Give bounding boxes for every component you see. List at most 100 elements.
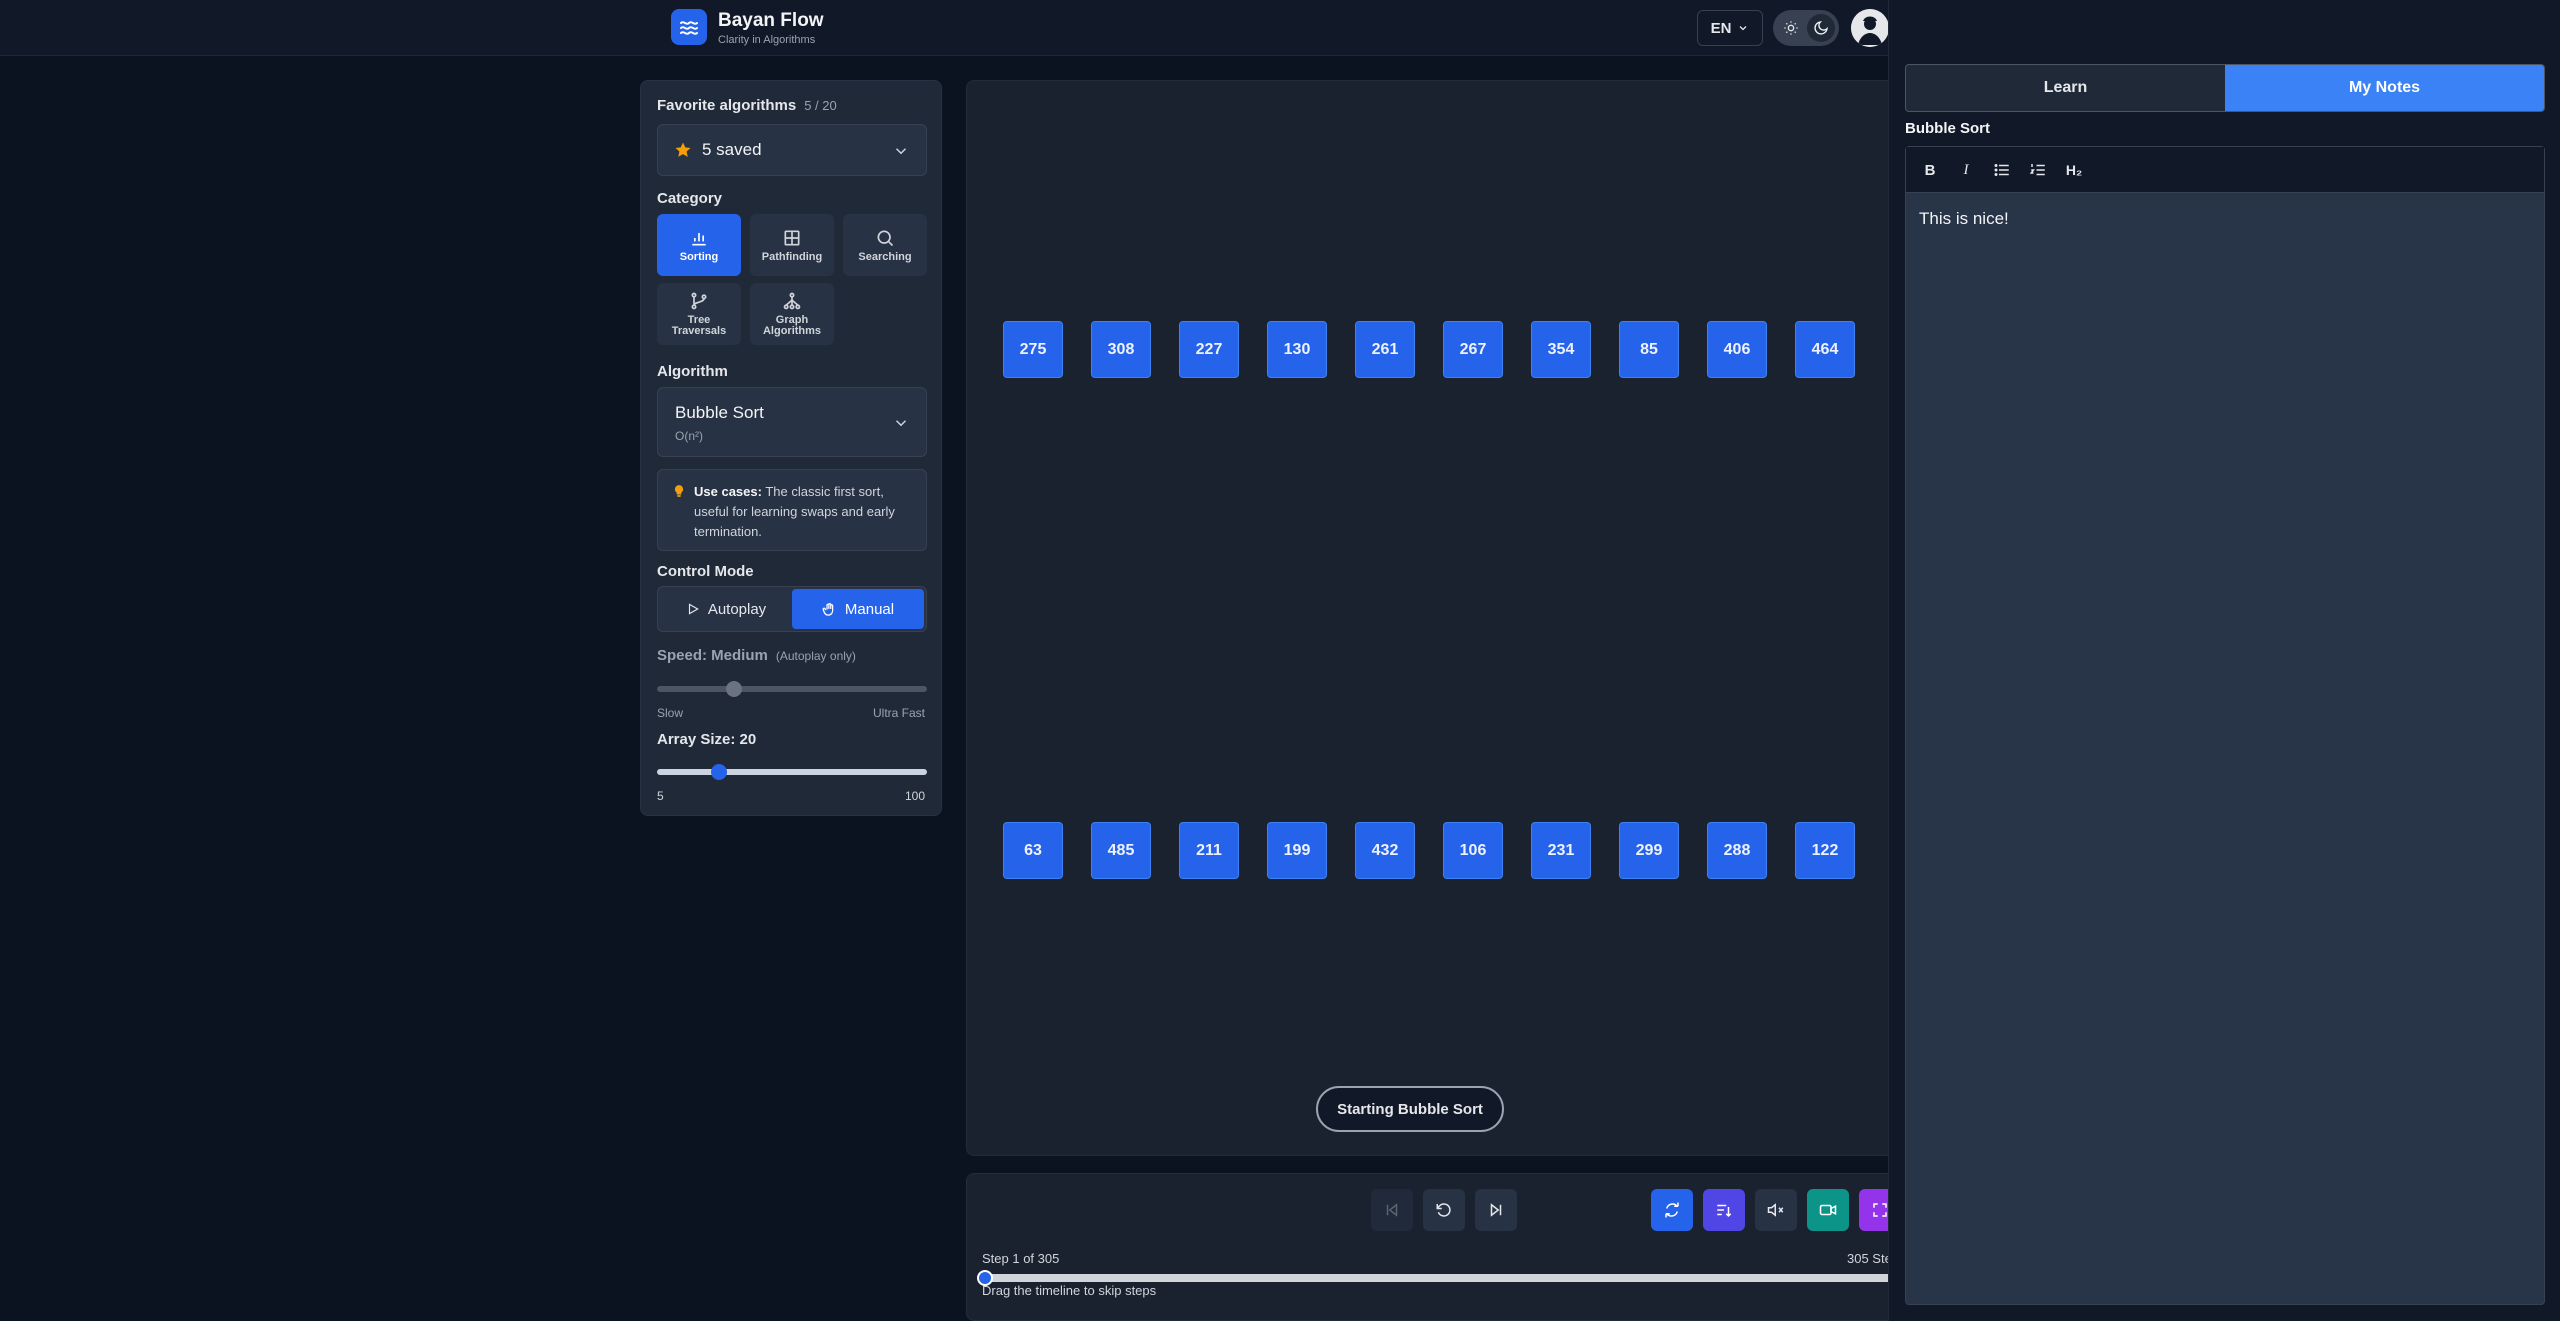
skip-forward-icon xyxy=(1490,1203,1502,1217)
array-cell: 275 xyxy=(1003,321,1063,378)
category-label-graph-algorithms: Graph Algorithms xyxy=(762,314,822,337)
favorites-label-text: Favorite algorithms xyxy=(657,97,797,114)
category-tree-traversals[interactable]: Tree Traversals xyxy=(657,283,741,345)
array-cell: 231 xyxy=(1531,822,1591,879)
search-icon xyxy=(877,230,894,246)
array-size-min: 5 xyxy=(657,789,664,803)
timeline-hint: Drag the timeline to skip steps xyxy=(982,1283,1157,1298)
array-cell: 406 xyxy=(1707,321,1767,378)
algorithm-name: Bubble Sort xyxy=(675,403,764,422)
ordered-list-button[interactable] xyxy=(2026,159,2050,181)
refresh-icon xyxy=(1665,1202,1679,1218)
category-graph-algorithms[interactable]: Graph Algorithms xyxy=(750,283,834,345)
video-camera-icon xyxy=(1819,1204,1837,1216)
star-icon xyxy=(675,142,691,157)
bullet-list-icon xyxy=(1994,164,2009,176)
algorithm-complexity: O(n²) xyxy=(675,429,703,443)
reset-button[interactable] xyxy=(1423,1189,1465,1231)
array-cell: 267 xyxy=(1443,321,1503,378)
note-title: Bubble Sort xyxy=(1905,120,1990,137)
hand-icon xyxy=(822,602,834,616)
autoplay-label: Autoplay xyxy=(707,600,767,618)
mute-button[interactable] xyxy=(1755,1189,1797,1231)
list-sort-icon xyxy=(1717,1204,1732,1218)
speed-slider[interactable] xyxy=(657,681,927,697)
avatar[interactable] xyxy=(1851,9,1889,47)
record-video-button[interactable] xyxy=(1807,1189,1849,1231)
settings-panel: Favorite algorithms 5 / 20 5 saved Catego… xyxy=(640,80,942,816)
step-counter: Step 1 of 305 xyxy=(982,1251,1060,1266)
app-name: Bayan Flow xyxy=(718,10,824,31)
algorithm-dropdown[interactable]: Bubble Sort O(n²) xyxy=(657,387,927,457)
array-size-max: 100 xyxy=(904,789,925,803)
favorites-dropdown[interactable]: 5 saved xyxy=(657,124,927,176)
category-label-sorting: Sorting xyxy=(679,250,719,263)
volume-mute-icon xyxy=(1767,1203,1784,1217)
theme-toggle[interactable] xyxy=(1773,10,1839,46)
language-label: EN xyxy=(1710,19,1732,37)
lightbulb-icon xyxy=(674,485,684,497)
autoplay-button[interactable]: Autoplay xyxy=(660,589,792,629)
notes-tabs: Learn My Notes xyxy=(1905,64,2545,112)
category-label: Category xyxy=(657,190,723,207)
array-cell: 211 xyxy=(1179,822,1239,879)
speed-label: Speed: Medium (Autoplay only) xyxy=(657,647,856,664)
tab-learn[interactable]: Learn xyxy=(1906,65,2225,111)
array-cell: 354 xyxy=(1531,321,1591,378)
array-size-slider-handle[interactable] xyxy=(711,764,728,780)
array-cell: 199 xyxy=(1267,822,1327,879)
heading-button[interactable]: H₂ xyxy=(2062,159,2086,181)
bold-button[interactable]: B xyxy=(1918,159,1942,181)
array-cell: 85 xyxy=(1619,321,1679,378)
array-cell: 299 xyxy=(1619,822,1679,879)
category-label-searching: Searching xyxy=(858,250,912,263)
step-forward-button[interactable] xyxy=(1475,1189,1517,1231)
moon-icon[interactable] xyxy=(1807,14,1835,42)
rotate-ccw-icon xyxy=(1436,1203,1451,1217)
category-sorting[interactable]: Sorting xyxy=(657,214,741,276)
bullet-list-button[interactable] xyxy=(1990,159,2014,181)
category-label-pathfinding: Pathfinding xyxy=(761,250,823,263)
speed-label-text: Speed: Medium xyxy=(657,647,768,664)
note-content[interactable]: This is nice! xyxy=(1919,209,2009,229)
italic-button[interactable]: I xyxy=(1954,159,1978,181)
grid-icon xyxy=(784,230,800,245)
notes-editor[interactable]: B I H₂ This is nice! xyxy=(1905,146,2545,1305)
favorites-label: Favorite algorithms 5 / 20 xyxy=(657,97,837,114)
tab-my-notes[interactable]: My Notes xyxy=(2225,65,2544,111)
expand-icon xyxy=(1873,1203,1887,1217)
editor-toolbar: B I H₂ xyxy=(1906,147,2544,193)
chevron-down-icon xyxy=(895,420,907,427)
speed-slider-handle[interactable] xyxy=(725,681,742,697)
category-searching[interactable]: Searching xyxy=(843,214,927,276)
control-mode-toggle: Autoplay Manual xyxy=(657,586,927,632)
custom-input-button[interactable] xyxy=(1703,1189,1745,1231)
array-cell: 288 xyxy=(1707,822,1767,879)
manual-label: Manual xyxy=(844,600,895,618)
total-steps: 305 Ste xyxy=(1847,1251,1892,1266)
language-selector[interactable]: EN xyxy=(1697,10,1763,46)
logo-icon[interactable] xyxy=(671,9,707,45)
chevron-down-icon xyxy=(1739,26,1747,31)
skip-back-icon xyxy=(1386,1203,1398,1217)
timeline-slider[interactable] xyxy=(977,1270,1982,1286)
favorites-selected: 5 saved xyxy=(702,140,762,159)
algorithm-label: Algorithm xyxy=(657,363,728,380)
array-cell: 464 xyxy=(1795,321,1855,378)
sun-icon[interactable] xyxy=(1777,14,1805,42)
use-cases-box: Use cases: The classic first sort, usefu… xyxy=(657,469,927,551)
array-cell: 63 xyxy=(1003,822,1063,879)
array-cell: 106 xyxy=(1443,822,1503,879)
shuffle-button[interactable] xyxy=(1651,1189,1693,1231)
skip-to-start-button[interactable] xyxy=(1371,1189,1413,1231)
chevron-down-icon xyxy=(895,148,907,155)
array-size-slider[interactable] xyxy=(657,764,927,780)
category-pathfinding[interactable]: Pathfinding xyxy=(750,214,834,276)
manual-button[interactable]: Manual xyxy=(792,589,924,629)
notes-panel: Learn My Notes Bubble Sort B I H₂ This i… xyxy=(1888,0,2560,1321)
bar-chart-icon xyxy=(692,232,706,245)
play-icon xyxy=(688,603,699,615)
favorites-count: 5 / 20 xyxy=(804,98,837,113)
array-size-label: Array Size: 20 xyxy=(657,731,757,748)
git-branch-icon xyxy=(691,292,707,310)
